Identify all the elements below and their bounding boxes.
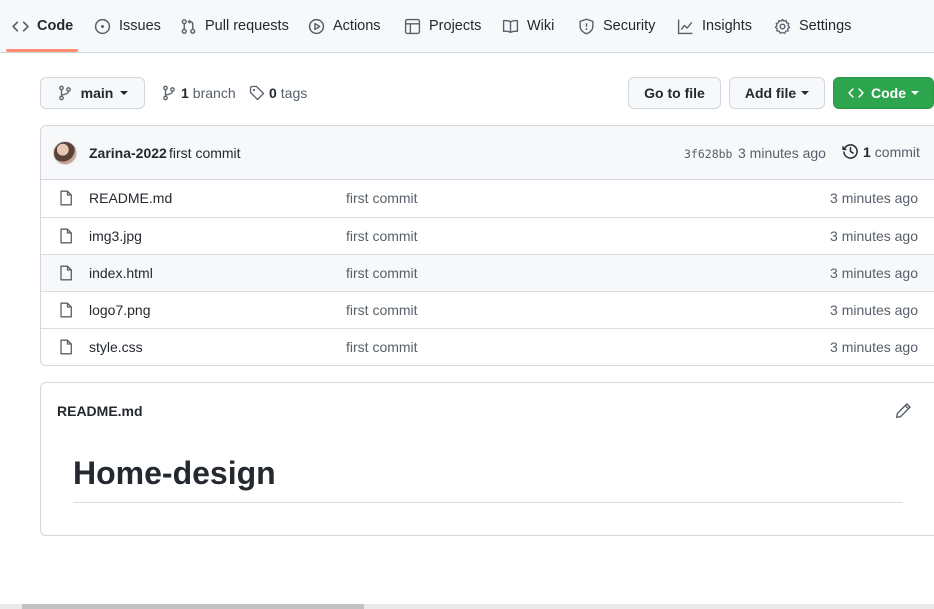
commit-author-link[interactable]: Zarina-2022 — [89, 145, 167, 161]
shield-icon — [578, 18, 595, 35]
add-file-button[interactable]: Add file — [729, 77, 825, 109]
table-row[interactable]: style.css first commit 3 minutes ago — [41, 328, 934, 365]
git-pull-request-icon — [180, 18, 197, 35]
file-icon — [60, 265, 72, 281]
tab-insights[interactable]: Insights — [677, 0, 752, 52]
tag-count: 0 — [269, 85, 277, 101]
add-file-label: Add file — [744, 85, 797, 101]
tab-code[interactable]: Code — [12, 0, 73, 52]
readme-box: README.md Home-design — [40, 382, 934, 536]
tab-settings[interactable]: Settings — [774, 0, 851, 52]
active-tab-underline — [6, 49, 78, 52]
file-commit-link[interactable]: first commit — [346, 339, 418, 355]
branches-link[interactable]: 1 branch — [161, 82, 236, 104]
file-icon — [60, 302, 72, 318]
file-age: 3 minutes ago — [830, 228, 918, 244]
scrollbar-thumb[interactable] — [22, 604, 364, 609]
file-age: 3 minutes ago — [830, 265, 918, 281]
file-name-link[interactable]: README.md — [89, 190, 172, 206]
git-branch-icon — [57, 85, 73, 101]
commit-count-label: commit — [874, 143, 920, 160]
file-commit-link[interactable]: first commit — [346, 190, 418, 206]
tab-pull-requests[interactable]: Pull requests — [180, 0, 289, 52]
branch-count: 1 — [181, 85, 189, 101]
gear-icon — [774, 18, 791, 35]
chevron-down-icon — [120, 91, 129, 95]
commit-time: 3 minutes ago — [738, 145, 826, 161]
pencil-icon[interactable] — [895, 402, 912, 419]
file-name-link[interactable]: img3.jpg — [89, 228, 142, 244]
commit-count: 1 — [863, 143, 871, 160]
branch-name: main — [80, 85, 114, 101]
tab-projects[interactable]: Projects — [404, 0, 481, 52]
play-icon — [308, 18, 325, 35]
repo-nav: Code Issues Pull requests Actions Projec… — [0, 0, 934, 53]
file-list-box: Zarina-2022 first commit 3f628bb 3 minut… — [40, 125, 934, 366]
tab-projects-label: Projects — [429, 18, 482, 34]
commit-sha-link[interactable]: 3f628bb — [684, 147, 732, 161]
file-age: 3 minutes ago — [830, 190, 918, 206]
file-commit-link[interactable]: first commit — [346, 228, 418, 244]
tab-wiki[interactable]: Wiki — [502, 0, 554, 52]
table-row[interactable]: index.html first commit 3 minutes ago — [41, 254, 934, 291]
latest-commit-bar: Zarina-2022 first commit 3f628bb 3 minut… — [41, 126, 934, 180]
tab-issues-label: Issues — [119, 18, 161, 34]
commit-message-link[interactable]: first commit — [169, 145, 241, 161]
branch-select-button[interactable]: main — [40, 77, 145, 109]
tab-settings-label: Settings — [799, 18, 852, 34]
chevron-down-icon — [911, 91, 919, 95]
file-name-link[interactable]: logo7.png — [89, 302, 151, 318]
file-age: 3 minutes ago — [830, 302, 918, 318]
go-to-file-button[interactable]: Go to file — [628, 77, 721, 109]
history-icon — [842, 144, 858, 159]
branch-count-label: branch — [192, 85, 236, 101]
tab-security-label: Security — [603, 18, 656, 34]
go-to-file-label: Go to file — [644, 85, 705, 101]
graph-icon — [677, 18, 694, 35]
tab-actions-label: Actions — [333, 18, 381, 34]
table-icon — [404, 18, 421, 35]
file-name-link[interactable]: index.html — [89, 265, 153, 281]
file-age: 3 minutes ago — [830, 339, 918, 355]
tag-count-label: tags — [280, 85, 308, 101]
table-row[interactable]: img3.jpg first commit 3 minutes ago — [41, 217, 934, 254]
readme-heading: Home-design — [73, 455, 276, 491]
tab-security[interactable]: Security — [578, 0, 655, 52]
heading-divider — [73, 502, 903, 503]
issue-opened-icon — [94, 18, 111, 35]
tab-insights-label: Insights — [702, 18, 752, 34]
tag-icon — [249, 85, 265, 101]
tab-code-label: Code — [37, 18, 74, 34]
table-row[interactable]: README.md first commit 3 minutes ago — [41, 180, 934, 217]
file-icon — [60, 339, 72, 355]
file-icon — [60, 228, 72, 244]
book-icon — [502, 18, 519, 35]
horizontal-scrollbar[interactable] — [0, 604, 934, 609]
tab-pull-requests-label: Pull requests — [205, 18, 289, 34]
file-icon — [60, 190, 72, 206]
avatar[interactable] — [53, 141, 77, 165]
tags-link[interactable]: 0 tags — [249, 82, 307, 104]
code-clone-button[interactable]: Code — [833, 77, 934, 109]
commit-history-link[interactable]: 1 commit — [842, 143, 920, 160]
git-branch-icon — [161, 85, 177, 101]
tab-actions[interactable]: Actions — [308, 0, 381, 52]
tab-wiki-label: Wiki — [527, 18, 555, 34]
file-name-link[interactable]: style.css — [89, 339, 143, 355]
table-row[interactable]: logo7.png first commit 3 minutes ago — [41, 291, 934, 328]
tab-issues[interactable]: Issues — [94, 0, 161, 52]
code-icon — [848, 85, 864, 101]
file-commit-link[interactable]: first commit — [346, 302, 418, 318]
file-commit-link[interactable]: first commit — [346, 265, 418, 281]
code-button-label: Code — [871, 85, 906, 101]
chevron-down-icon — [801, 91, 810, 95]
code-icon — [12, 18, 29, 35]
readme-filename: README.md — [57, 403, 143, 419]
